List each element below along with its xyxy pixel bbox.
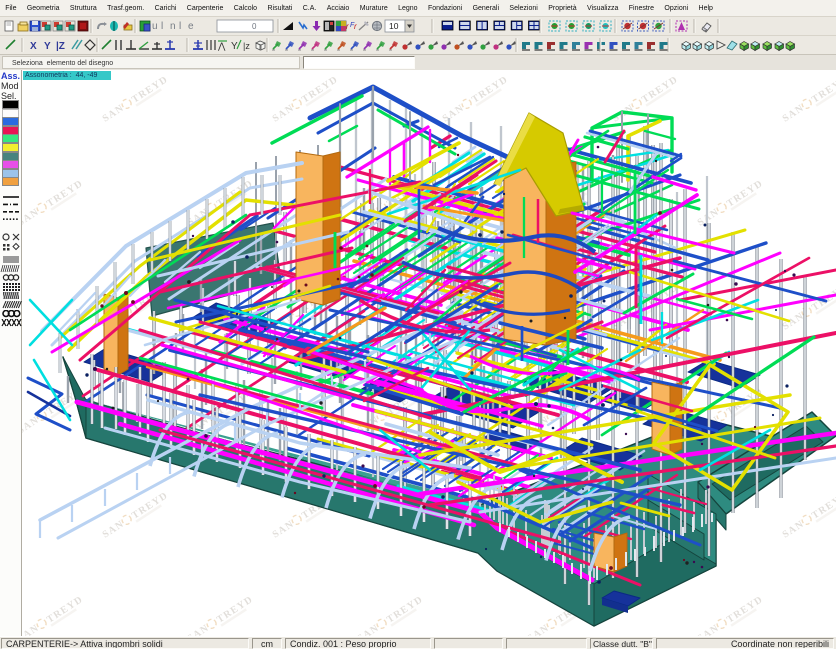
svg-text:Y: Y (231, 41, 238, 52)
svg-text:l: l (179, 21, 181, 32)
svg-text:⋀: ⋀ (217, 41, 226, 51)
svg-text:10: 10 (389, 21, 399, 31)
svg-text:SAN: SAN (22, 414, 41, 436)
svg-text:TREYD: TREYD (385, 594, 425, 626)
svg-text:n: n (170, 21, 176, 32)
svg-text:TREYD: TREYD (215, 594, 255, 626)
svg-text:TREYD: TREYD (45, 594, 85, 626)
svg-text:e: e (188, 21, 194, 32)
svg-text:TREYD: TREYD (725, 178, 765, 210)
svg-text:|Z: |Z (56, 41, 65, 52)
svg-text:r: r (354, 22, 357, 31)
svg-text:l: l (161, 21, 163, 32)
svg-text:SAN: SAN (22, 622, 41, 636)
svg-text:SAN: SAN (22, 206, 41, 228)
svg-text:TREYD: TREYD (725, 594, 765, 626)
svg-text:TREYD: TREYD (130, 74, 170, 106)
svg-text:TREYD: TREYD (640, 74, 680, 106)
svg-text:X: X (30, 41, 37, 52)
svg-text:Y: Y (44, 41, 51, 52)
svg-text:0: 0 (252, 22, 257, 31)
svg-text:|z: |z (243, 41, 250, 51)
svg-text:TREYD: TREYD (45, 178, 85, 210)
svg-text:u: u (152, 21, 158, 32)
svg-text:TREYD: TREYD (300, 74, 340, 106)
svg-text:TREYD: TREYD (470, 74, 510, 106)
svg-text:r: r (346, 22, 349, 31)
